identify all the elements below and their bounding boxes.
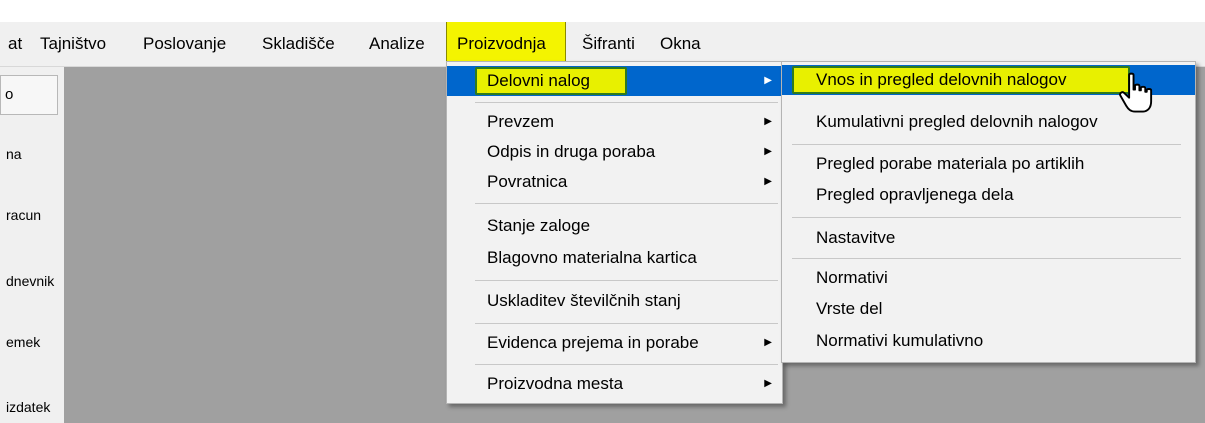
menu-poslovanje[interactable]: Poslovanje [143, 22, 226, 66]
menu-item-prevzem[interactable]: Prevzem ▶ [447, 107, 782, 137]
hand-pointer-cursor-icon [1119, 72, 1153, 113]
submenu-arrow-icon: ▶ [764, 146, 772, 157]
separator [475, 323, 778, 324]
menu-tajnistvo[interactable]: Tajništvo [40, 22, 106, 66]
menu-item-label: Delovni nalog [487, 71, 591, 90]
menu-item-label: Evidenca prejema in porabe [487, 333, 699, 352]
separator [792, 258, 1181, 259]
sidebar-item-racun[interactable]: racun [6, 207, 41, 223]
separator [475, 102, 778, 103]
title-strip [0, 0, 1205, 22]
menu-item-label: Kumulativni pregled delovnih nalogov [816, 112, 1098, 131]
separator [475, 203, 778, 204]
menu-item-label: Normativi kumulativno [816, 331, 984, 350]
menu-item-vrste-del[interactable]: Vrste del [782, 294, 1195, 324]
sidebar-item-emek[interactable]: emek [6, 334, 40, 350]
separator [475, 364, 778, 365]
menu-item-pregled-dela[interactable]: Pregled opravljenega dela [782, 180, 1195, 210]
sidebar-item-na[interactable]: na [6, 146, 22, 162]
separator [475, 280, 778, 281]
menu-skladisce[interactable]: Skladišče [262, 22, 335, 66]
menu-item-label: Vrste del [816, 299, 883, 318]
submenu-arrow-icon: ▶ [764, 378, 772, 389]
menu-item-proizvodna-mesta[interactable]: Proizvodna mesta ▶ [447, 369, 782, 399]
menu-item-label: Proizvodna mesta [487, 374, 624, 393]
menu-item-uskladitev[interactable]: Uskladitev številčnih stanj [447, 286, 782, 316]
menu-item-label: Blagovno materialna kartica [487, 248, 697, 267]
sidebar-item-dnevnik[interactable]: dnevnik [6, 273, 54, 289]
sidebar-header[interactable]: o [0, 75, 58, 115]
proizvodnja-menu: Delovni nalog ▶ Prevzem ▶ Odpis in druga… [446, 61, 783, 404]
submenu-arrow-icon: ▶ [764, 75, 772, 86]
menu-item-stanje-zaloge[interactable]: Stanje zaloge [447, 211, 782, 241]
sidebar: o na racun dnevnik emek izdatek [0, 67, 65, 423]
menu-item-evidenca[interactable]: Evidenca prejema in porabe ▶ [447, 328, 782, 358]
menu-item-label: Prevzem [487, 112, 555, 131]
menu-item-label: Stanje zaloge [487, 216, 591, 235]
separator [792, 217, 1181, 218]
submenu-arrow-icon: ▶ [764, 176, 772, 187]
menu-item-blagovno-kartica[interactable]: Blagovno materialna kartica [447, 243, 782, 273]
menu-item-normativi-kumulativno[interactable]: Normativi kumulativno [782, 326, 1195, 356]
menu-item-odpis[interactable]: Odpis in druga poraba ▶ [447, 137, 782, 167]
menu-item-povratnica[interactable]: Povratnica ▶ [447, 167, 782, 197]
menu-item-pregled-porabe[interactable]: Pregled porabe materiala po artiklih [782, 149, 1195, 179]
menu-item-label: Vnos in pregled delovnih nalogov [816, 70, 1067, 89]
menu-item-delovni-nalog[interactable]: Delovni nalog ▶ [447, 66, 782, 96]
sidebar-item-izdatek[interactable]: izdatek [6, 399, 50, 415]
separator [792, 144, 1181, 145]
menu-at[interactable]: at [8, 22, 22, 66]
menu-item-label: Povratnica [487, 172, 568, 191]
menu-proizvodnja[interactable]: Proizvodnja [446, 22, 566, 66]
menu-okna[interactable]: Okna [660, 22, 701, 66]
menu-item-label: Normativi [816, 268, 888, 287]
submenu-arrow-icon: ▶ [764, 116, 772, 127]
menu-item-normativi[interactable]: Normativi [782, 263, 1195, 293]
menu-item-label: Pregled porabe materiala po artiklih [816, 154, 1085, 173]
sidebar-header-label: o [5, 86, 14, 103]
menu-item-label: Pregled opravljenega dela [816, 185, 1014, 204]
menu-analize[interactable]: Analize [369, 22, 425, 66]
menu-item-label: Nastavitve [816, 228, 896, 247]
menu-sifranti[interactable]: Šifranti [582, 22, 635, 66]
menu-item-nastavitve[interactable]: Nastavitve [782, 223, 1195, 253]
menu-item-label: Uskladitev številčnih stanj [487, 291, 681, 310]
submenu-arrow-icon: ▶ [764, 337, 772, 348]
menu-item-label: Odpis in druga poraba [487, 142, 656, 161]
